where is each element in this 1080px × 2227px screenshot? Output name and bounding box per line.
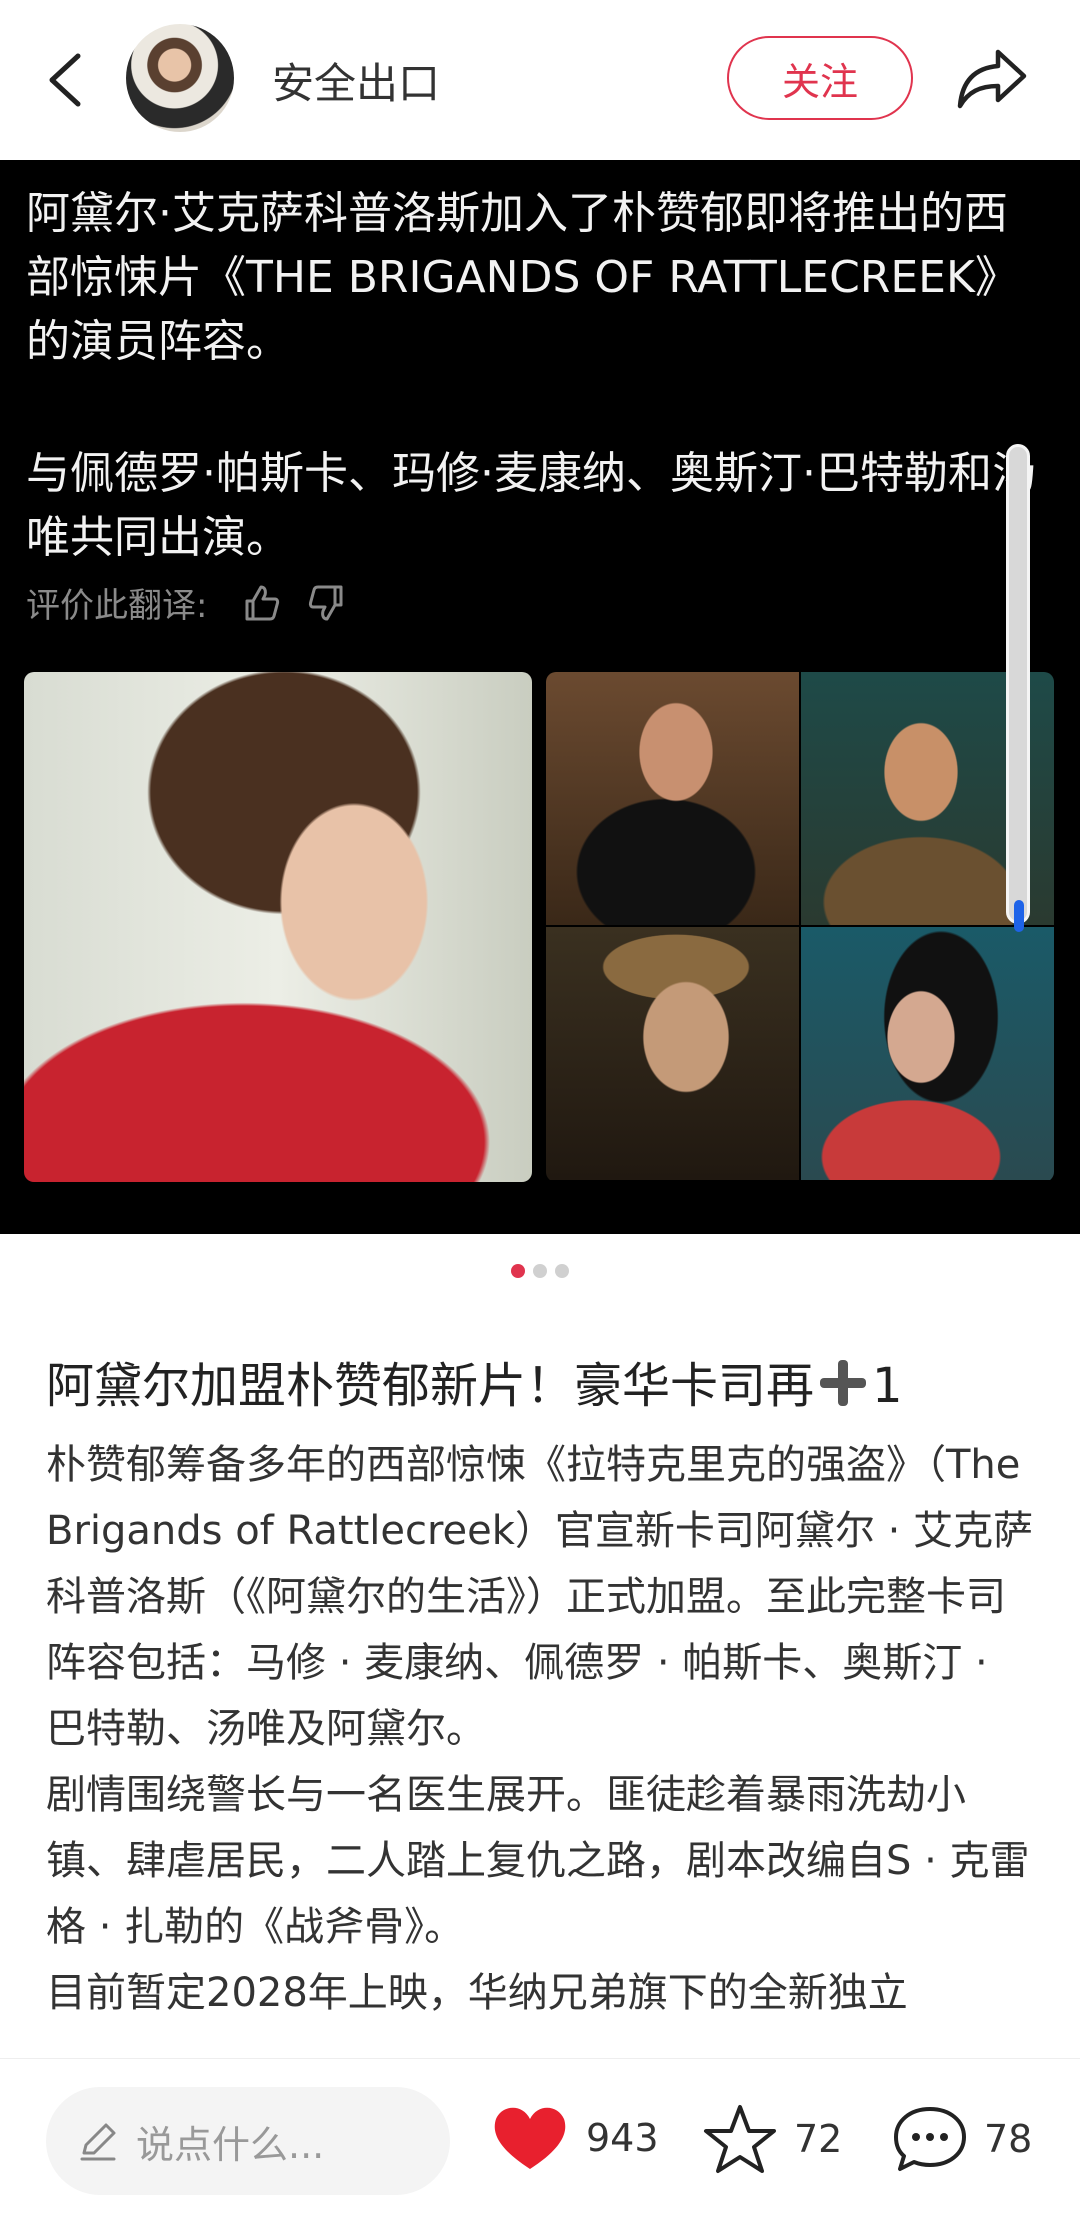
- post-paragraph: 朴赞郁筹备多年的西部惊悚《拉特克里克的强盗》（The Brigands of R…: [46, 1442, 1034, 1752]
- post-header: 安全出口 关注: [0, 0, 1080, 160]
- back-arrow-icon[interactable]: [38, 48, 94, 112]
- like-button[interactable]: 943: [490, 2103, 659, 2173]
- post-paragraph: 剧情围绕警长与一名医生展开。匪徒趁着暴雨洗劫小镇、肆虐居民，二人踏上复仇之路，剧…: [46, 1772, 1030, 1950]
- rate-translation-label: 评价此翻译:: [26, 586, 208, 626]
- bottom-action-bar: 说点什么... 943 72 78: [0, 2058, 1080, 2227]
- actress-portrait-photo: [24, 672, 532, 1182]
- scrollbar-thumb[interactable]: [1014, 900, 1024, 932]
- comment-count: 78: [984, 2117, 1033, 2161]
- comment-bubble-icon: [894, 2107, 966, 2171]
- cast-photo: [546, 672, 799, 925]
- pencil-icon: [80, 2123, 116, 2161]
- carousel-dot[interactable]: [511, 1264, 525, 1278]
- cast-photo-collage: [546, 672, 1054, 1182]
- comment-input[interactable]: 说点什么...: [46, 2087, 450, 2195]
- carousel-indicator: [0, 1264, 1080, 1278]
- scrollbar-track[interactable]: [1006, 444, 1030, 924]
- post-image-carousel[interactable]: 阿黛尔·艾克萨科普洛斯加入了朴赞郁即将推出的西部惊悚片《THE BRIGANDS…: [0, 160, 1080, 1234]
- comment-placeholder: 说点什么...: [136, 2122, 325, 2167]
- comment-button[interactable]: 78: [892, 2103, 1032, 2175]
- thumbs-up-icon[interactable]: [241, 583, 281, 623]
- post-body: 朴赞郁筹备多年的西部惊悚《拉特克里克的强盗》（The Brigands of R…: [46, 1432, 1036, 2026]
- star-icon: [704, 2105, 776, 2173]
- share-icon[interactable]: [954, 44, 1030, 114]
- post-title: 阿黛尔加盟朴赞郁新片！豪华卡司再 1: [46, 1346, 903, 1416]
- author-avatar[interactable]: [126, 24, 234, 132]
- follow-button[interactable]: 关注: [727, 36, 913, 120]
- like-count: 943: [586, 2116, 659, 2160]
- heart-icon: [494, 2107, 566, 2169]
- cast-photo: [546, 927, 799, 1180]
- rate-translation: 评价此翻译:: [26, 578, 347, 627]
- cast-photo: [801, 927, 1054, 1180]
- translated-text-paragraph: 与佩德罗·帕斯卡、玛修·麦康纳、奥斯汀·巴特勒和汤唯共同出演。: [26, 448, 1036, 563]
- post-title-suffix: 1: [872, 1358, 903, 1414]
- author-name[interactable]: 安全出口: [272, 50, 440, 111]
- carousel-dot[interactable]: [555, 1264, 569, 1278]
- translated-text-paragraph: 阿黛尔·艾克萨科普洛斯加入了朴赞郁即将推出的西部惊悚片《THE BRIGANDS…: [26, 188, 1019, 367]
- favorite-count: 72: [794, 2117, 843, 2161]
- thumbs-down-icon[interactable]: [307, 583, 347, 623]
- carousel-dot[interactable]: [533, 1264, 547, 1278]
- post-title-text: 阿黛尔加盟朴赞郁新片！豪华卡司再: [46, 1358, 815, 1414]
- favorite-button[interactable]: 72: [702, 2103, 842, 2175]
- plus-emoji-icon: [820, 1360, 867, 1406]
- post-paragraph: 目前暂定2028年上映，华纳兄弟旗下的全新独立: [46, 1970, 908, 2016]
